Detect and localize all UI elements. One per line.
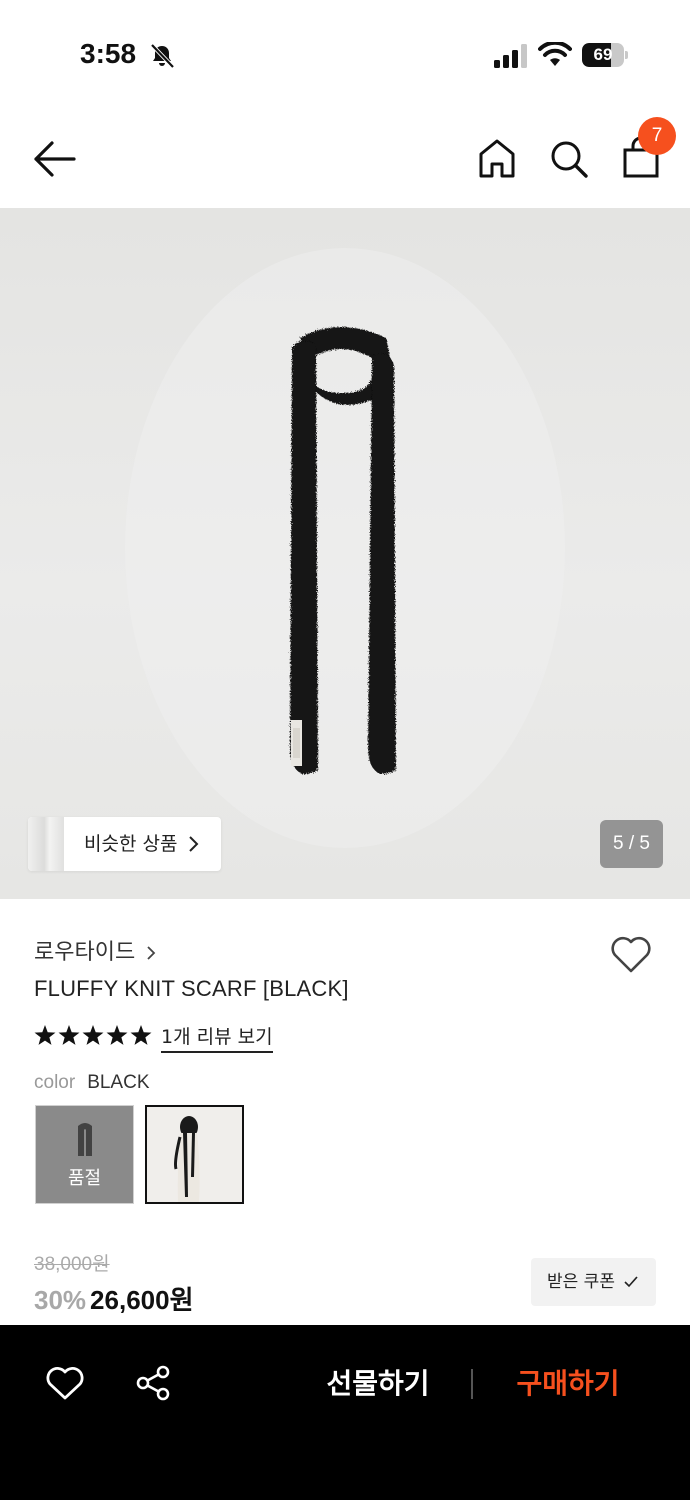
divider xyxy=(471,1369,473,1399)
coupon-button[interactable]: 받은 쿠폰 xyxy=(531,1258,656,1306)
color-value: BLACK xyxy=(87,1072,150,1093)
top-nav xyxy=(0,110,690,208)
star-icon xyxy=(58,1025,80,1045)
star-icon xyxy=(106,1025,128,1045)
star-icon xyxy=(82,1025,104,1045)
status-time: 3:58 xyxy=(80,38,137,69)
bottom-action-bar: 선물하기 구매하기 xyxy=(0,1325,690,1500)
battery-level: 69 xyxy=(593,45,613,64)
color-row: color BLACK xyxy=(34,1072,150,1094)
brand-link[interactable]: 로우타이드 xyxy=(34,934,157,965)
color-label: color xyxy=(34,1072,76,1093)
review-link[interactable]: 1개 리뷰 보기 xyxy=(161,1022,273,1053)
bell-muted-icon xyxy=(150,43,175,69)
heart-icon[interactable] xyxy=(608,932,654,976)
price-row: 30% 26,600원 xyxy=(34,1280,194,1317)
brand-name: 로우타이드 xyxy=(34,940,136,965)
chevron-right-icon xyxy=(147,946,156,960)
similar-products-label: 비슷한 상품 xyxy=(84,833,178,855)
wifi-icon xyxy=(538,42,572,66)
soldout-label: 품절 xyxy=(67,1168,102,1189)
sale-price: 26,600원 xyxy=(90,1285,194,1315)
search-icon[interactable] xyxy=(546,134,592,182)
check-icon xyxy=(624,1276,638,1288)
product-image-gallery[interactable]: 비슷한 상품 5 / 5 xyxy=(0,208,690,899)
buy-button[interactable]: 구매하기 xyxy=(508,1361,628,1407)
home-icon[interactable] xyxy=(474,134,520,182)
original-price: 38,000원 xyxy=(34,1254,110,1275)
coupon-label: 받은 쿠폰 xyxy=(547,1272,615,1292)
star-icon xyxy=(130,1025,152,1045)
swatch-image xyxy=(147,1107,242,1202)
cart-count-badge: 7 xyxy=(638,117,676,155)
share-icon[interactable] xyxy=(132,1363,174,1403)
back-button[interactable] xyxy=(28,136,80,182)
heart-icon[interactable] xyxy=(44,1363,86,1403)
similar-product-thumbnail xyxy=(28,817,64,871)
star-icon xyxy=(34,1025,56,1045)
gift-button[interactable]: 선물하기 xyxy=(318,1361,438,1407)
status-bar: 3:58 69 xyxy=(0,0,690,110)
rating-stars-icon xyxy=(34,1025,152,1045)
color-swatch-soldout[interactable]: 품절 xyxy=(35,1105,134,1204)
product-title: FLUFFY KNIT SCARF [BLACK] xyxy=(34,976,349,1001)
battery-icon: 69 xyxy=(582,43,628,67)
similar-products-button[interactable]: 비슷한 상품 xyxy=(28,817,221,871)
chevron-right-icon xyxy=(189,836,199,852)
color-swatch-selected[interactable] xyxy=(145,1105,244,1204)
discount-rate: 30% xyxy=(34,1285,87,1315)
image-page-indicator: 5 / 5 xyxy=(600,820,663,868)
product-image xyxy=(125,248,565,848)
signal-icon xyxy=(494,44,527,68)
